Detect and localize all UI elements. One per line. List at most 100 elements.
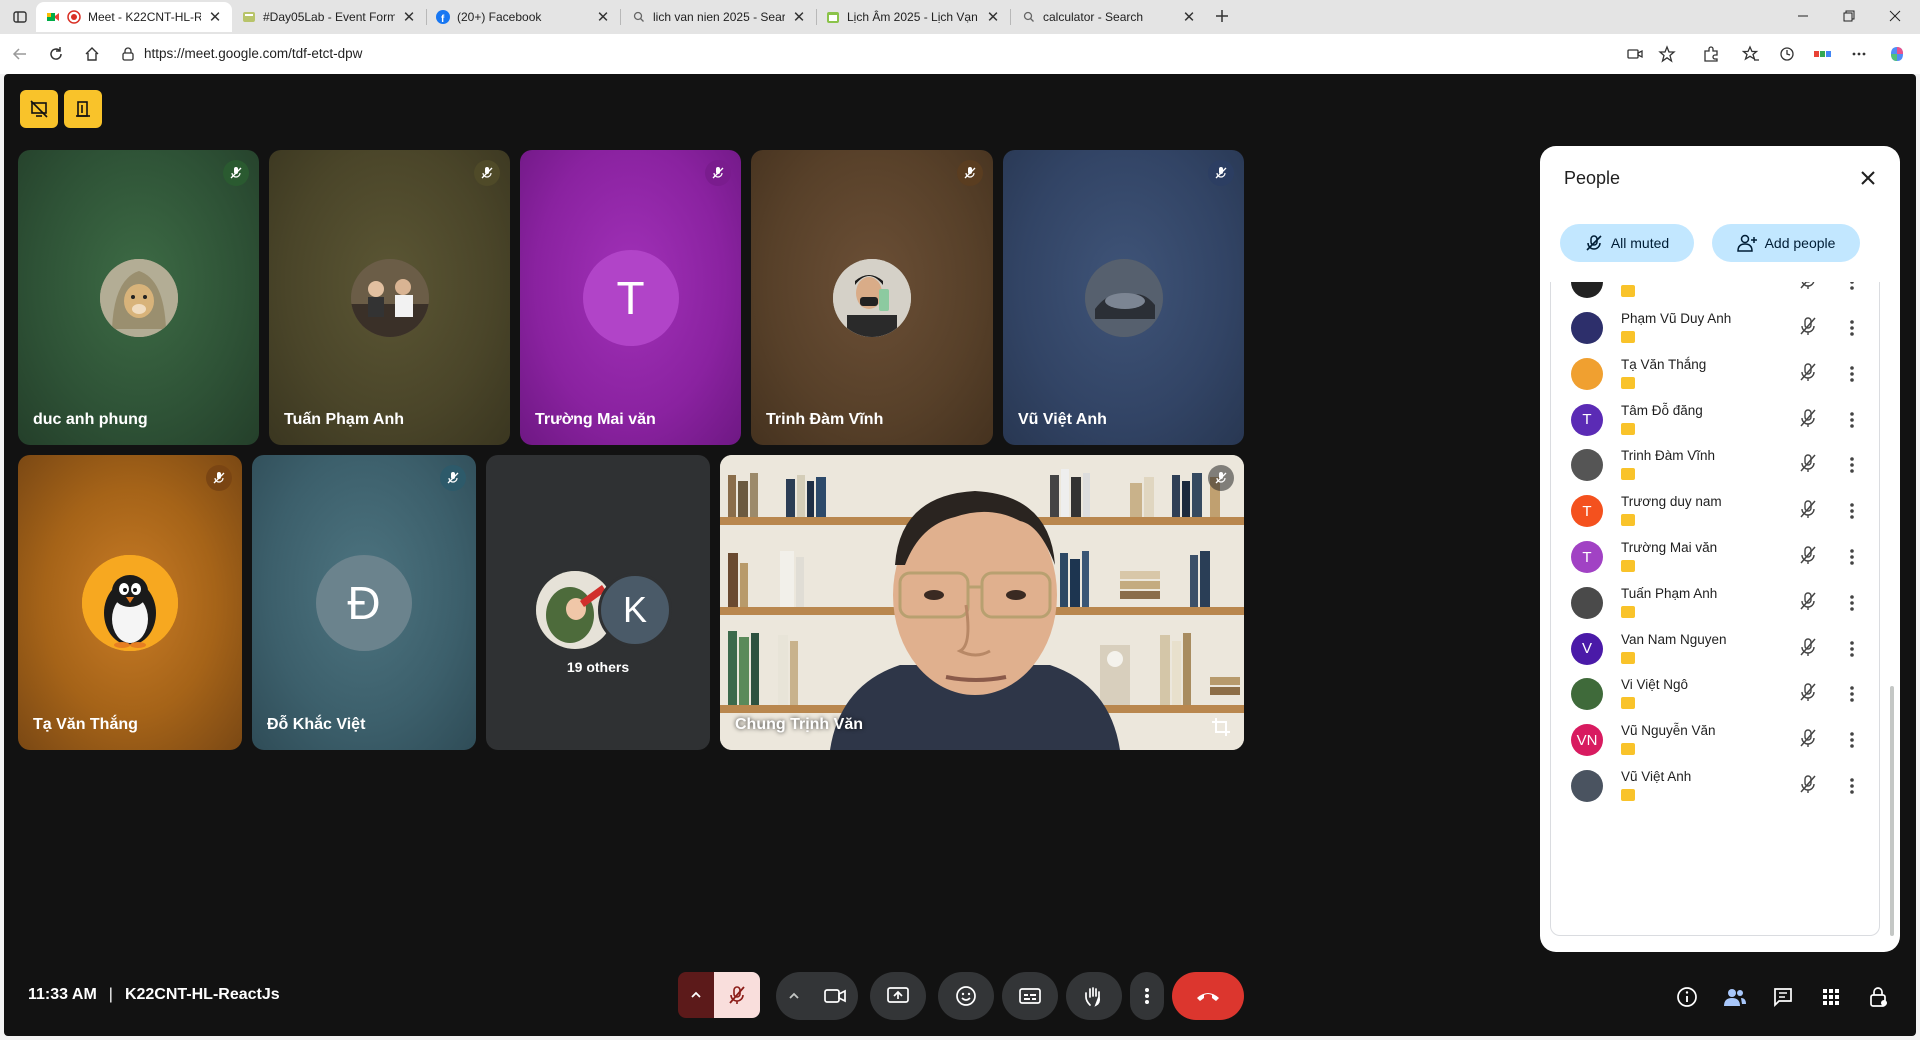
tab-lich-search[interactable]: lich van nien 2025 - Search ✕ — [622, 2, 816, 32]
tab-facebook[interactable]: f (20+) Facebook ✕ — [426, 2, 620, 32]
close-tab-icon[interactable]: ✕ — [596, 8, 610, 26]
mic-off-icon[interactable] — [1799, 408, 1817, 428]
stop-presenting-icon[interactable] — [20, 90, 58, 128]
raise-hand-icon — [1085, 987, 1101, 1007]
close-tab-icon[interactable]: ✕ — [208, 8, 222, 26]
camera-in-use-icon[interactable] — [1624, 43, 1646, 65]
video-options-button[interactable] — [776, 972, 812, 1020]
host-controls-button[interactable] — [1862, 980, 1896, 1014]
participant-tile[interactable]: Vũ Việt Anh — [1003, 150, 1244, 445]
participant-list[interactable]: Phạm Vũ Duy Anh Tạ Văn Thắng T Tâm Đỗ đăng T… — [1550, 282, 1880, 936]
minimize-icon[interactable] — [1780, 0, 1826, 32]
copilot-icon[interactable] — [1886, 43, 1908, 65]
reload-icon[interactable] — [44, 43, 68, 65]
more-vert-icon[interactable] — [1847, 772, 1857, 800]
initial-avatar: Đ — [316, 554, 412, 651]
list-item[interactable]: Vũ Việt Anh — [1551, 758, 1879, 814]
tab-event-form[interactable]: #Day05Lab - Event Form ✕ — [232, 2, 426, 32]
more-menu-icon[interactable] — [1848, 43, 1870, 65]
people-button[interactable] — [1718, 980, 1752, 1014]
participant-tile[interactable]: T Trường Mai văn — [520, 150, 741, 445]
mic-off-icon[interactable] — [1799, 282, 1817, 290]
close-tab-icon[interactable]: ✕ — [1182, 8, 1196, 26]
more-vert-icon[interactable] — [1847, 360, 1857, 388]
chat-button[interactable] — [1766, 980, 1800, 1014]
participant-tile[interactable]: Tuấn Phạm Anh — [269, 150, 510, 445]
more-vert-icon[interactable] — [1847, 406, 1857, 434]
more-vert-icon[interactable] — [1847, 451, 1857, 479]
leave-call-button[interactable] — [1172, 972, 1244, 1020]
list-scrollbar[interactable] — [1890, 686, 1894, 936]
more-vert-icon[interactable] — [1847, 726, 1857, 754]
search-icon — [632, 10, 646, 24]
more-vert-icon[interactable] — [1847, 635, 1857, 663]
all-muted-button[interactable]: All muted — [1560, 224, 1694, 262]
more-options-button[interactable] — [1130, 972, 1164, 1020]
history-icon[interactable] — [1776, 43, 1798, 65]
captions-button[interactable] — [1002, 972, 1058, 1020]
lock-person-icon — [1870, 987, 1887, 1007]
microphone-toggle-button[interactable] — [714, 972, 760, 1018]
collections-icon[interactable] — [1812, 43, 1834, 65]
mic-off-icon[interactable] — [1799, 591, 1817, 611]
add-people-label: Add people — [1764, 235, 1836, 251]
mic-off-icon[interactable] — [1799, 637, 1817, 657]
participant-tile[interactable]: Tạ Văn Thắng — [18, 455, 242, 750]
leave-door-icon[interactable] — [64, 90, 102, 128]
mic-off-icon[interactable] — [1799, 774, 1817, 794]
more-vert-icon[interactable] — [1847, 282, 1857, 296]
participant-tile[interactable]: Đ Đỗ Khắc Việt — [252, 455, 476, 750]
more-vert-icon[interactable] — [1847, 314, 1857, 342]
participant-tile[interactable]: Trinh Đàm Vĩnh — [751, 150, 993, 445]
tab-meet[interactable]: Meet - K22CNT-HL-ReactJs ✕ — [36, 2, 232, 32]
mic-off-icon[interactable] — [1799, 545, 1817, 565]
close-panel-icon[interactable] — [1854, 164, 1882, 192]
apps-grid-icon — [1823, 989, 1839, 1005]
site-info-icon[interactable] — [120, 46, 136, 62]
participant-name: Tạ Văn Thắng — [33, 716, 138, 733]
tab-calculator[interactable]: calculator - Search ✕ — [1012, 2, 1206, 32]
others-tile[interactable]: K 19 others — [486, 455, 710, 750]
favorites-icon[interactable] — [1740, 43, 1762, 65]
more-vert-icon[interactable] — [1847, 589, 1857, 617]
tab-lich-am[interactable]: Lịch Âm 2025 - Lịch Vạn Niên 202 ✕ — [816, 2, 1010, 32]
tab-actions-icon[interactable] — [8, 6, 32, 28]
camera-toggle-button[interactable] — [812, 972, 858, 1020]
mic-off-icon — [223, 160, 249, 186]
add-people-button[interactable]: Add people — [1712, 224, 1860, 262]
more-vert-icon[interactable] — [1847, 497, 1857, 525]
mic-off-icon[interactable] — [1799, 682, 1817, 702]
participant-name: Vũ Nguyễn Văn — [1621, 723, 1716, 739]
extensions-icon[interactable] — [1700, 43, 1722, 65]
mic-off-icon[interactable] — [1799, 316, 1817, 336]
close-tab-icon[interactable]: ✕ — [402, 8, 416, 26]
meeting-details-button[interactable] — [1670, 980, 1704, 1014]
chevron-up-icon — [789, 992, 799, 999]
presenter-video-tile[interactable]: Chung Trịnh Văn — [720, 455, 1244, 750]
url-field[interactable]: https://meet.google.com/tdf-etct-dpw — [116, 38, 1666, 69]
home-icon[interactable] — [80, 43, 104, 65]
mic-off-icon[interactable] — [1799, 362, 1817, 382]
reactions-button[interactable] — [938, 972, 994, 1020]
crop-frame-icon[interactable] — [1208, 714, 1234, 740]
mic-off-icon — [1208, 160, 1234, 186]
close-tab-icon[interactable]: ✕ — [986, 8, 1000, 26]
close-tab-icon[interactable]: ✕ — [792, 8, 806, 26]
bookmark-star-icon[interactable] — [1656, 43, 1678, 65]
close-window-icon[interactable] — [1872, 0, 1918, 32]
new-tab-icon[interactable] — [1210, 5, 1234, 27]
back-icon[interactable] — [8, 43, 32, 65]
mic-off-icon[interactable] — [1799, 499, 1817, 519]
participant-tile[interactable]: duc anh phung — [18, 150, 259, 445]
panel-title: People — [1564, 168, 1621, 188]
mic-off-icon[interactable] — [1799, 728, 1817, 748]
activities-button[interactable] — [1814, 980, 1848, 1014]
mic-off-icon — [1208, 465, 1234, 491]
audio-options-button[interactable] — [678, 972, 714, 1018]
mic-off-icon[interactable] — [1799, 453, 1817, 473]
more-vert-icon[interactable] — [1847, 680, 1857, 708]
present-screen-button[interactable] — [870, 972, 926, 1020]
raise-hand-button[interactable] — [1066, 972, 1122, 1020]
more-vert-icon[interactable] — [1847, 543, 1857, 571]
restore-icon[interactable] — [1826, 0, 1872, 32]
